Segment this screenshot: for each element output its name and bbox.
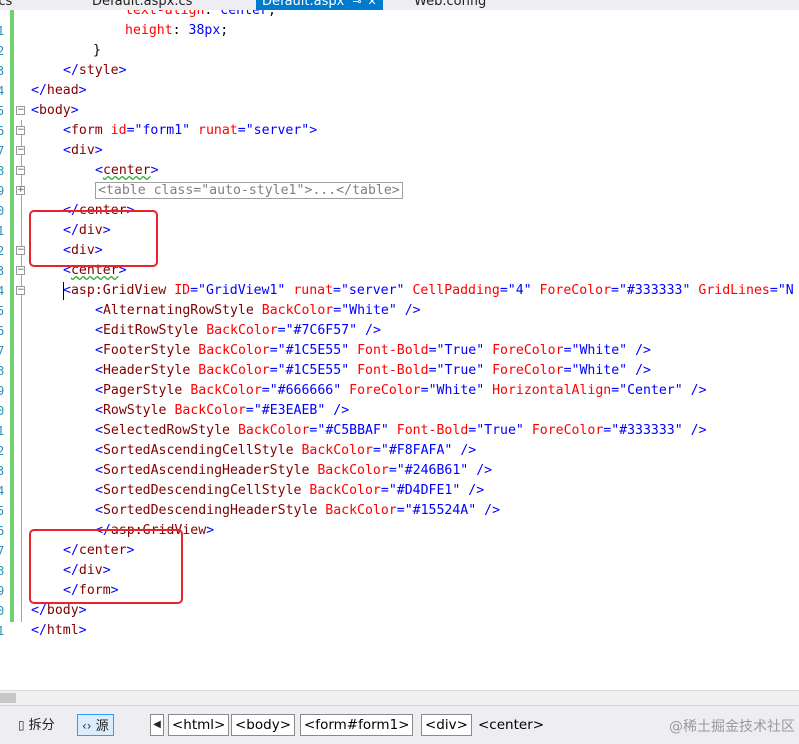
annotation-highlight-box	[29, 529, 183, 604]
breadcrumb-center[interactable]: <center>	[474, 714, 548, 736]
line-number: 0	[0, 404, 5, 418]
code-line: </body>	[31, 603, 87, 618]
line-number: 7	[0, 144, 5, 158]
tab-web-config[interactable]: Web.config	[414, 0, 486, 10]
line-number: 2	[0, 244, 5, 258]
line-number: 4	[0, 84, 5, 98]
text-caret	[63, 282, 64, 300]
code-line: <EditRowStyle BackColor="#7C6F57" />	[95, 323, 381, 338]
line-number: 9	[0, 584, 5, 598]
collapse-toggle-icon[interactable]: −	[16, 106, 25, 115]
code-line: <SortedDescendingHeaderStyle BackColor="…	[95, 503, 501, 518]
line-number: 6	[0, 524, 5, 538]
breadcrumb-div[interactable]: <div>	[421, 714, 472, 736]
source-view-icon: ‹›	[82, 719, 92, 733]
breadcrumb-form[interactable]: <form#form1>	[300, 714, 414, 736]
line-number: 4	[0, 284, 5, 298]
code-line: <div>	[63, 143, 103, 158]
line-number: 2	[0, 44, 5, 58]
line-number: 9	[0, 384, 5, 398]
collapse-toggle-icon[interactable]: −	[16, 286, 25, 295]
code-line: </style>	[63, 63, 127, 78]
scrollbar-thumb[interactable]	[0, 693, 16, 703]
line-number: 0	[0, 604, 5, 618]
code-line: <asp:GridView ID="GridView1" runat="serv…	[63, 283, 794, 298]
collapse-toggle-icon[interactable]: −	[16, 246, 25, 255]
line-number-margin: 1 2 3 4 5 6 7 8 9 0 1 2 3 4 5 6 7 8 9 0 …	[0, 10, 8, 690]
expand-toggle-icon[interactable]: +	[16, 186, 25, 195]
line-number: 3	[0, 464, 5, 478]
view-switcher-bar: ▯ 拆分 ‹› 源 ◀ <html> <body> <form#form1> <di…	[0, 705, 799, 744]
code-line: <PagerStyle BackColor="#666666" ForeColo…	[95, 383, 707, 398]
collapse-toggle-icon[interactable]: −	[16, 166, 25, 175]
breadcrumb-body[interactable]: <body>	[231, 714, 296, 736]
line-number: 4	[0, 484, 5, 498]
collapse-toggle-icon[interactable]: −	[16, 266, 25, 275]
collapsed-region[interactable]: <table class="auto-style1">...</table>	[95, 182, 403, 199]
tab-label: Web.config	[414, 0, 487, 9]
code-line: </head>	[31, 83, 87, 98]
collapse-toggle-icon[interactable]: −	[16, 126, 25, 135]
collapse-toggle-icon[interactable]: −	[16, 146, 25, 155]
code-line: }	[93, 43, 101, 58]
code-line: <body>	[31, 103, 79, 118]
code-line: <form id="form1" runat="server">	[63, 123, 318, 138]
code-line: <AlternatingRowStyle BackColor="White" /…	[95, 303, 421, 318]
close-icon[interactable]: ✕	[368, 0, 377, 8]
split-view-icon: ▯	[18, 718, 25, 732]
code-line: height: 38px;	[125, 23, 229, 38]
tab-label: Default.aspx.cs	[92, 0, 193, 9]
code-line: <SortedAscendingHeaderStyle BackColor="#…	[95, 463, 493, 478]
tab-default-aspx[interactable]: Default.aspx ⊸ ✕	[256, 0, 383, 10]
line-number: 6	[0, 324, 5, 338]
line-number: 1	[0, 624, 5, 638]
watermark: @稀土掘金技术社区	[669, 719, 795, 735]
line-number: 3	[0, 64, 5, 78]
line-number: 7	[0, 544, 5, 558]
code-line: <HeaderStyle BackColor="#1C5E55" Font-Bo…	[95, 363, 651, 378]
code-editor[interactable]: 1 2 3 4 5 6 7 8 9 0 1 2 3 4 5 6 7 8 9 0 …	[0, 10, 799, 690]
source-view-button[interactable]: ‹› 源	[77, 714, 114, 736]
code-line: <SortedAscendingCellStyle BackColor="#F8…	[95, 443, 477, 458]
source-view-label: 源	[95, 719, 109, 734]
code-line: <SortedDescendingCellStyle BackColor="#D…	[95, 483, 485, 498]
change-tracking-bar	[10, 10, 14, 622]
line-number: 5	[0, 304, 5, 318]
code-line: text-align: center;	[125, 10, 276, 18]
tab-label: Default.aspx	[262, 0, 345, 9]
line-number: 8	[0, 164, 5, 178]
horizontal-scrollbar[interactable]	[0, 690, 799, 705]
code-line: <SelectedRowStyle BackColor="#C5BBAF" Fo…	[95, 423, 707, 438]
breadcrumb-html[interactable]: <html>	[168, 714, 230, 736]
line-number: 8	[0, 564, 5, 578]
tab-label: n.cs	[0, 0, 13, 9]
tab-default-aspx-cs[interactable]: Default.aspx.cs	[92, 0, 192, 10]
line-number: 1	[0, 24, 5, 38]
line-number: 1	[0, 424, 5, 438]
line-number: 3	[0, 264, 5, 278]
code-line: <FooterStyle BackColor="#1C5E55" Font-Bo…	[95, 343, 651, 358]
line-number: 5	[0, 504, 5, 518]
line-number: 7	[0, 344, 5, 358]
line-number: 6	[0, 124, 5, 138]
code-line: <RowStyle BackColor="#E3EAEB" />	[95, 403, 350, 418]
line-number: 9	[0, 184, 5, 198]
line-number: 0	[0, 204, 5, 218]
split-view-button[interactable]: ▯ 拆分	[14, 714, 59, 736]
tab-n-cs[interactable]: n.cs	[0, 0, 12, 10]
annotation-highlight-box	[29, 210, 158, 267]
line-number: 1	[0, 224, 5, 238]
line-number: 5	[0, 104, 5, 118]
code-line: </html>	[31, 623, 87, 638]
breadcrumb-scroll-left-icon[interactable]: ◀	[150, 714, 164, 736]
code-line: <center>	[95, 163, 159, 178]
outline-guide	[21, 120, 22, 622]
document-tab-strip: n.cs Default.aspx.cs Default.aspx ⊸ ✕ Web.…	[0, 0, 799, 10]
line-number: 8	[0, 364, 5, 378]
pin-icon[interactable]: ⊸	[352, 0, 361, 8]
code-line: <table class="auto-style1">...</table>	[95, 181, 403, 201]
split-view-label: 拆分	[28, 718, 55, 733]
line-number: 2	[0, 444, 5, 458]
